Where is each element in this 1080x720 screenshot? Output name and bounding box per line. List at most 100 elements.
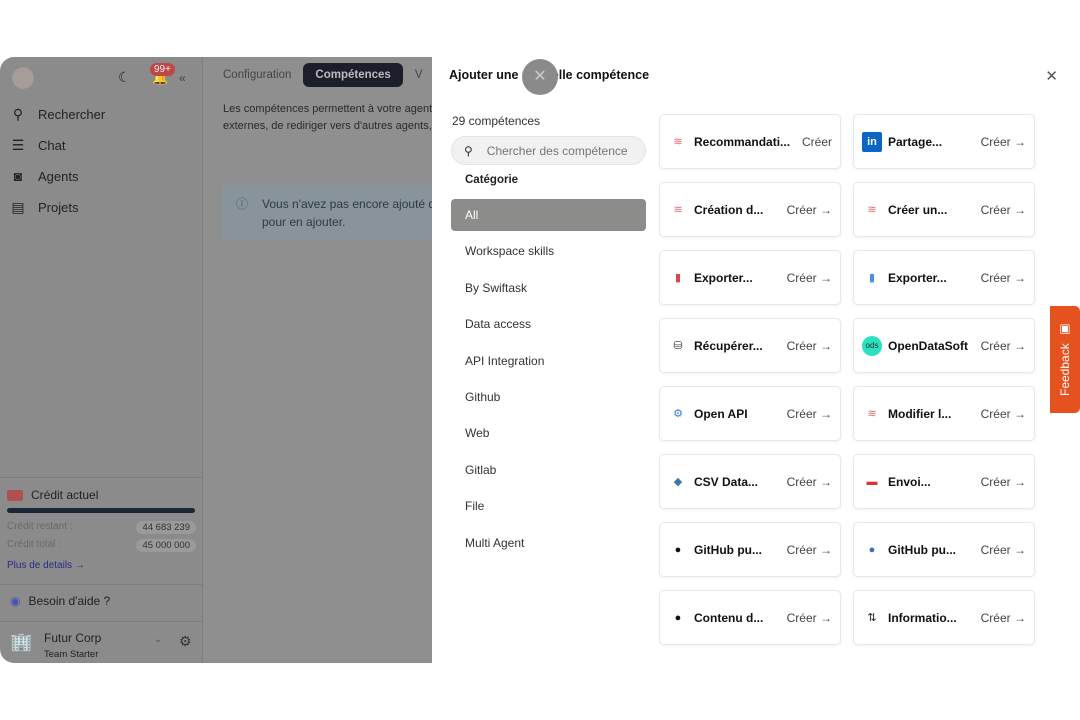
category-item[interactable]: Web [451,417,646,449]
create-button[interactable]: Créer → [981,543,1026,557]
skill-card[interactable]: ◆ CSV Data... Créer → [659,454,841,509]
category-item[interactable]: API Integration [451,345,646,377]
arrow-right-icon: → [816,406,832,421]
skill-search[interactable]: ⚲ [451,136,646,165]
skill-name: Créer un... [888,202,948,217]
skill-card[interactable]: ▬ Envoi... Créer → [853,454,1035,509]
help-button[interactable]: ◉ Besoin d'aide ? [0,584,203,617]
create-button[interactable]: Créer → [981,475,1026,489]
search-input[interactable] [486,143,627,158]
close-icon[interactable]: ✕ [1045,67,1058,85]
swiftask-icon: ≋ [673,136,683,148]
sidebar-item-search[interactable]: ⚲ Rechercher [10,106,105,123]
credit-card-icon [7,489,23,501]
category-list: All Workspace skills By Swiftask Data acces… [451,199,646,563]
chevron-down-icon[interactable]: ⌄ [154,634,162,645]
create-label: Créer [786,202,817,217]
skill-card[interactable]: ⇅ Informatio... Créer → [853,590,1035,645]
skill-card[interactable]: ● GitHub pu... Créer → [853,522,1035,577]
skill-card[interactable]: in Partage... Créer → [853,114,1035,169]
create-label: Créer [980,406,1011,421]
sidebar-item-agents[interactable]: ◙ Agents [10,168,79,184]
create-button[interactable]: Créer → [981,407,1026,421]
avatar[interactable] [12,67,34,89]
category-item[interactable]: Gitlab [451,454,646,486]
skill-card[interactable]: ▮ Exporter... Créer → [853,250,1035,305]
overlay-close-icon[interactable]: ✕ [522,59,558,95]
tab-competences[interactable]: Compétences [303,63,403,87]
sidebar-item-projects[interactable]: ▤ Projets [10,199,78,216]
org-switcher[interactable]: 🏢 Futur Corp Team Starter ⌄ ⚙ [0,621,203,663]
skill-name: Open API [694,406,748,421]
nav-label: Agents [38,168,79,184]
create-label: Créer [980,610,1011,625]
category-item[interactable]: Multi Agent [451,527,646,559]
skill-name: Exporter... [694,270,753,285]
category-item[interactable]: All [451,199,646,231]
skill-name: Modifier l... [888,406,952,421]
create-button[interactable]: Créer [802,135,832,149]
tab-configuration[interactable]: Configuration [223,69,291,81]
skill-card[interactable]: ● Contenu d... Créer → [659,590,841,645]
arrow-right-icon: → [1010,474,1026,489]
create-button[interactable]: Créer → [787,475,832,489]
create-button[interactable]: Créer → [787,339,832,353]
skill-card[interactable]: ods OpenDataSoft Créer → [853,318,1035,373]
create-label: Créer [980,202,1011,217]
create-label: Créer [786,406,817,421]
create-button[interactable]: Créer → [981,271,1026,285]
category-item[interactable]: File [451,490,646,522]
category-title: Catégorie [465,174,519,186]
details-link[interactable]: Plus de details → [7,560,196,571]
gear-icon[interactable]: ⚙ [179,633,192,650]
skill-card[interactable]: ● GitHub pu... Créer → [659,522,841,577]
create-button[interactable]: Créer → [981,203,1026,217]
nav-label: Projets [38,200,79,215]
tab-next[interactable]: V [415,69,423,81]
create-label: Créer [980,270,1011,285]
app-window: ☾ 🔔 99+ « ⚲ Rechercher ☰ Chat ◙ Agents ▤ Pro… [0,57,1080,663]
credit-progress-bar [7,508,195,513]
collapse-icon[interactable]: « [179,71,186,85]
skill-card[interactable]: ▮ Exporter... Créer → [659,250,841,305]
create-button[interactable]: Créer → [787,407,832,421]
create-button[interactable]: Créer → [981,611,1026,625]
swiftask-icon: ≋ [673,204,683,216]
create-button[interactable]: Créer → [787,611,832,625]
skill-card[interactable]: ⛁ Récupérer... Créer → [659,318,841,373]
org-plan: Team Starter [44,649,99,660]
skill-card[interactable]: ≋ Créer un... Créer → [853,182,1035,237]
skill-card[interactable]: ≋ Modifier l... Créer → [853,386,1035,441]
building-icon: 🏢 [10,632,33,652]
sidebar-item-chat[interactable]: ☰ Chat [10,137,66,154]
create-label: Créer [786,610,817,625]
category-item[interactable]: Github [451,381,646,413]
skill-card[interactable]: ≋ Création d... Créer → [659,182,841,237]
github-icon: ● [868,543,876,556]
github-icon: ● [674,543,682,556]
arrow-right-icon: → [1010,610,1026,625]
create-button[interactable]: Créer → [981,339,1026,353]
category-item[interactable]: Workspace skills [451,235,646,267]
search-icon: ⚲ [12,106,24,122]
skill-name: OpenDataSoft [888,338,969,353]
create-label: Créer [801,134,832,149]
chat-icon: ☰ [11,137,25,153]
create-button[interactable]: Créer → [787,271,832,285]
clipboard-icon: ▤ [11,199,25,215]
create-button[interactable]: Créer → [981,135,1026,149]
category-item[interactable]: By Swiftask [451,272,646,304]
feedback-button[interactable]: Feedback ▣ [1050,306,1080,413]
skill-card[interactable]: ⚙ Open API Créer → [659,386,841,441]
database-icon: ⛁ [673,340,683,352]
category-item[interactable]: Data access [451,308,646,340]
create-button[interactable]: Créer → [787,203,832,217]
skill-name: Contenu d... [694,610,764,625]
create-button[interactable]: Créer → [787,543,832,557]
python-icon: ◆ [673,476,683,488]
swiftask-icon: ≋ [867,408,877,420]
skill-card[interactable]: ≋ Recommandati... Créer [659,114,841,169]
ods-icon: ods [862,335,882,356]
theme-icon[interactable]: ☾ [118,69,131,86]
arrow-right-icon: → [1010,202,1026,217]
